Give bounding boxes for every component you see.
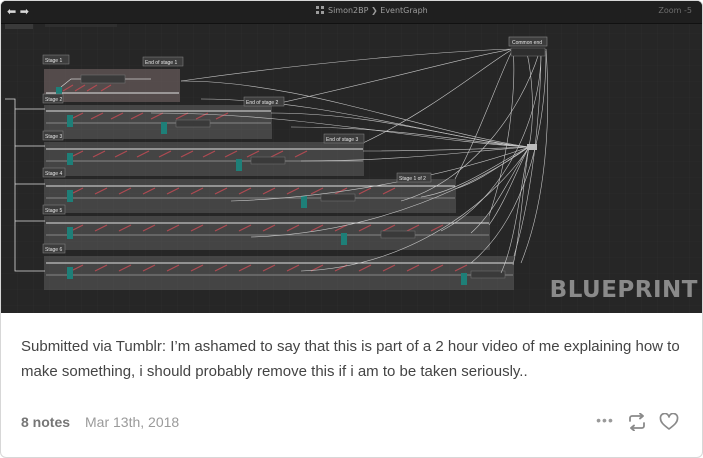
notes-count[interactable]: 8 notes <box>21 414 70 430</box>
breadcrumb-asset[interactable]: Simon2BP <box>328 6 368 15</box>
post-footer: 8 notes Mar 13th, 2018 ••• <box>1 409 702 437</box>
blueprint-grid-icon <box>316 6 324 14</box>
stage-4-label: Stage 4 <box>45 171 62 177</box>
breadcrumb-graph: EventGraph <box>380 6 428 15</box>
stage-3-label: Stage 3 <box>45 134 62 140</box>
comment-box-stage-1 <box>44 69 180 102</box>
post-date[interactable]: Mar 13th, 2018 <box>85 414 179 430</box>
hub-node <box>527 144 537 150</box>
blueprint-graph: Stage 1 End of stage 1 Stage 2 End of st… <box>1 1 702 313</box>
end-of-stage-3-label: End of stage 3 <box>326 137 358 143</box>
stage-5-label: Stage 5 <box>45 208 62 214</box>
zoom-readout: Zoom -5 <box>658 6 692 15</box>
stage-6-label: Stage 6 <box>45 247 62 253</box>
comment-box-stage-2 <box>44 105 272 139</box>
breadcrumb: Simon2BP ❯ EventGraph <box>316 6 428 15</box>
heart-icon[interactable] <box>659 412 679 431</box>
blueprint-watermark: BLUEPRINT <box>549 277 698 303</box>
graph-toolbar: ⬅ ➡ Simon2BP ❯ EventGraph Zoom -5 <box>1 1 702 24</box>
post-caption: Submitted via Tumblr: I’m ashamed to say… <box>21 338 680 380</box>
common-end-label: Common end <box>512 40 542 46</box>
breadcrumb-separator: ❯ <box>371 6 378 15</box>
end-of-stage-4-label: Stage 1 of 2 <box>399 176 426 182</box>
comment-box-stage-4 <box>44 179 456 213</box>
more-dots-icon[interactable]: ••• <box>594 411 616 429</box>
stage-2-label: Stage 2 <box>45 97 62 103</box>
stage-1-label: Stage 1 <box>45 58 62 64</box>
end-of-stage-1-label: End of stage 1 <box>145 60 177 66</box>
nav-arrows[interactable]: ⬅ ➡ <box>7 5 39 19</box>
reblog-icon[interactable] <box>627 412 647 432</box>
comment-box-stage-3 <box>44 142 364 176</box>
post-image[interactable]: Stage 1 End of stage 1 Stage 2 End of st… <box>1 1 702 313</box>
end-of-stage-2-label: End of stage 2 <box>246 100 278 106</box>
comment-box-stage-6 <box>44 256 514 290</box>
post-card: Stage 1 End of stage 1 Stage 2 End of st… <box>0 0 703 458</box>
comment-box-stage-5 <box>44 216 490 250</box>
